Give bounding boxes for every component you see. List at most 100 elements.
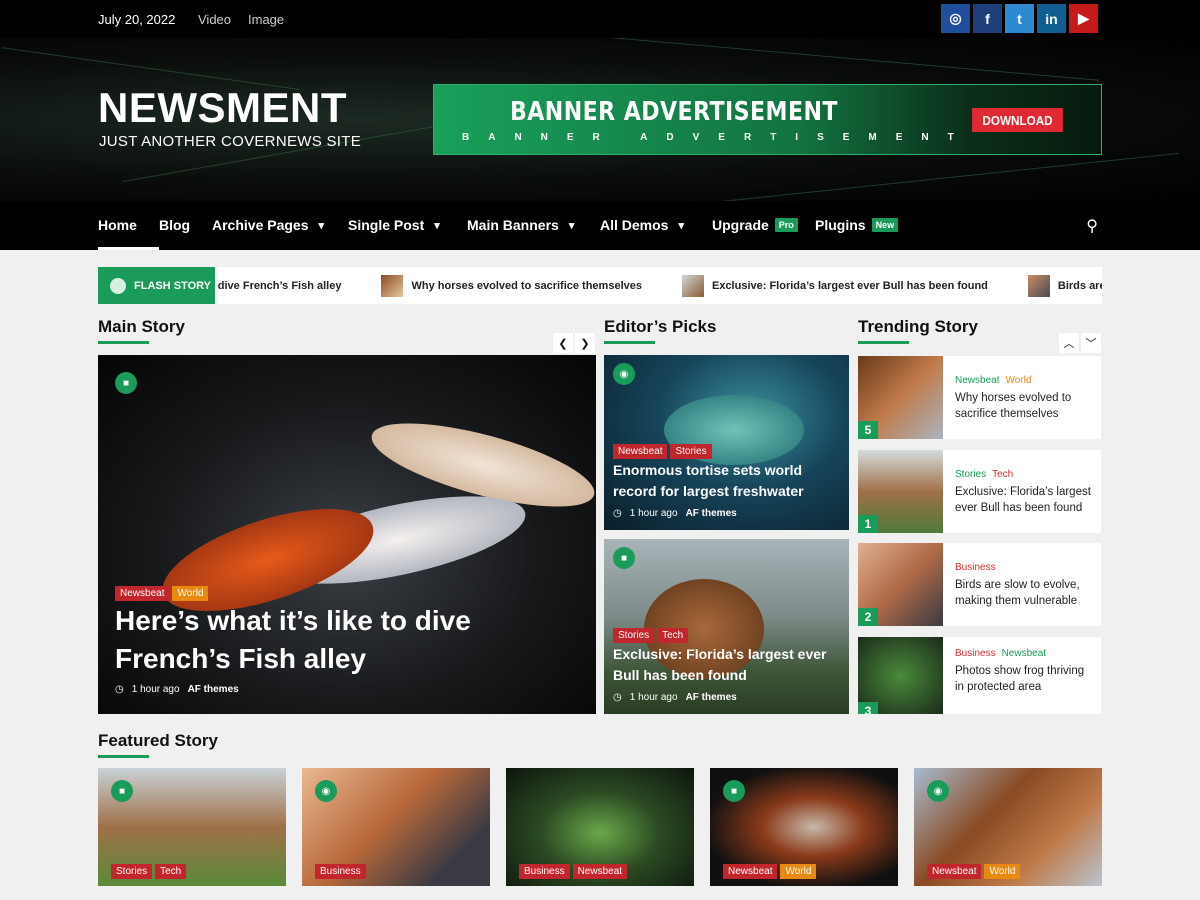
nav-label: Upgrade — [712, 217, 769, 233]
social-links: ◎ f t in ▶ — [941, 4, 1098, 33]
category-link[interactable]: Tech — [992, 469, 1013, 480]
nav-item-home[interactable]: Home — [98, 217, 137, 233]
category-tag[interactable]: Tech — [155, 864, 187, 879]
category-tag[interactable]: Tech — [657, 628, 689, 643]
nav-item-plugins[interactable]: Plugins New — [815, 217, 899, 233]
section-underline — [604, 341, 655, 344]
category-link[interactable]: Newsbeat — [1002, 648, 1046, 659]
story-time: 1 hour ago — [131, 684, 180, 695]
category-tag[interactable]: World — [780, 864, 817, 879]
video-icon: ■ — [111, 780, 133, 802]
banner-title: BANNER ADVERTISEMENT — [510, 97, 838, 127]
youtube-icon[interactable]: ▶ — [1069, 4, 1098, 33]
clock-icon: ◷ — [613, 508, 622, 519]
story-categories: Stories Tech — [613, 625, 691, 643]
category-tag[interactable]: Business — [315, 864, 366, 879]
category-tag[interactable]: Stories — [670, 444, 712, 459]
category-tag[interactable]: Stories — [613, 628, 655, 643]
trending-title[interactable]: Birds are slow to evolve, making them vu… — [955, 577, 1095, 609]
trending-item[interactable]: 1 Stories Tech Exclusive: Florida’s large… — [858, 450, 1101, 533]
story-meta: ◷ 1 hour ago AF themes — [613, 508, 737, 519]
editors-pick-card[interactable]: ◉ Newsbeat Stories Enormous tortise sets … — [604, 355, 849, 530]
chevron-left-icon[interactable]: ❮ — [553, 333, 573, 353]
featured-card[interactable]: ■ Stories Tech — [98, 768, 286, 886]
section-title-main: Main Story — [98, 317, 185, 336]
featured-card[interactable]: Business Newsbeat — [506, 768, 694, 886]
clock-icon: ◷ — [613, 692, 622, 703]
category-tag[interactable]: World — [172, 586, 209, 601]
ticker-title: Why horses evolved to sacrifice themselv… — [411, 279, 642, 292]
twitter-icon[interactable]: t — [1005, 4, 1034, 33]
category-tag[interactable]: Newsbeat — [723, 864, 778, 879]
ticker-thumbnail — [681, 274, 704, 297]
category-tag[interactable]: World — [984, 864, 1021, 879]
trending-item[interactable]: 3 Business Newsbeat Photos show frog thri… — [858, 637, 1101, 714]
main-story-title[interactable]: Here’s what it’s like to dive French’s F… — [115, 602, 585, 678]
category-link[interactable]: Business — [955, 648, 996, 659]
chevron-right-icon[interactable]: ❯ — [575, 333, 595, 353]
editors-pick-title[interactable]: Enormous tortise sets world record for l… — [613, 460, 843, 502]
category-link[interactable]: Business — [955, 562, 996, 573]
category-tag[interactable]: Newsbeat — [115, 586, 170, 601]
trending-title[interactable]: Exclusive: Florida’s largest ever Bull h… — [955, 484, 1095, 516]
site-logo[interactable]: NEWSMENT — [98, 84, 347, 132]
nav-label: Archive Pages — [212, 217, 309, 233]
ticker-item[interactable]: Birds are slow to evolve, making them vu… — [1027, 274, 1102, 297]
instagram-icon[interactable]: ◎ — [941, 4, 970, 33]
chevron-down-icon: ▾ — [318, 219, 325, 232]
banner-advertisement[interactable]: BANNER ADVERTISEMENT BANNER ADVERTISEMEN… — [433, 84, 1102, 155]
trending-title[interactable]: Why horses evolved to sacrifice themselv… — [955, 390, 1095, 422]
video-icon: ■ — [723, 780, 745, 802]
category-tag[interactable]: Newsbeat — [613, 444, 668, 459]
new-badge: New — [871, 218, 899, 232]
nav-item-main-banners[interactable]: Main Banners ▾ — [467, 217, 574, 233]
nav-item-upgrade[interactable]: Upgrade Pro — [712, 217, 798, 233]
trending-title[interactable]: Photos show frog thriving in protected a… — [955, 663, 1095, 695]
trending-item[interactable]: 2 Business Birds are slow to evolve, mak… — [858, 543, 1101, 626]
editors-pick-card[interactable]: ■ Stories Tech Exclusive: Florida’s large… — [604, 539, 849, 714]
nav-label: Single Post — [348, 217, 425, 233]
story-author[interactable]: AF themes — [188, 684, 239, 695]
editors-pick-title[interactable]: Exclusive: Florida’s largest ever Bull h… — [613, 644, 843, 686]
top-link-image[interactable]: Image — [248, 12, 284, 27]
search-icon[interactable]: ⚲ — [1086, 216, 1098, 236]
story-author[interactable]: AF themes — [686, 508, 737, 519]
category-link[interactable]: Newsbeat — [955, 375, 999, 386]
story-categories: Stories Tech — [955, 469, 1013, 480]
ticker-item[interactable]: Why horses evolved to sacrifice themselv… — [381, 274, 642, 297]
top-links: Video Image — [198, 12, 284, 27]
category-tag[interactable]: Newsbeat — [927, 864, 982, 879]
category-link[interactable]: World — [1005, 375, 1031, 386]
ticker-thumbnail — [381, 274, 404, 297]
nav-item-all-demos[interactable]: All Demos ▾ — [600, 217, 684, 233]
ticker-item[interactable]: Exclusive: Florida’s largest ever Bull h… — [681, 274, 988, 297]
story-categories: Newsbeat World — [927, 861, 1023, 879]
category-tag[interactable]: Newsbeat — [572, 864, 628, 879]
main-nav: Home Blog Archive Pages ▾ Single Post ▾ Ma… — [0, 201, 1200, 250]
main-story-card[interactable]: ■ Newsbeat World Here’s what it’s like to… — [98, 355, 596, 714]
flash-ticker: Here’s what it’s like to dive French’s F… — [100, 267, 1102, 304]
banner-download-button[interactable]: DOWNLOAD — [972, 108, 1063, 132]
trending-item[interactable]: 5 Newsbeat World Why horses evolved to sa… — [858, 356, 1101, 439]
category-tag[interactable]: Stories — [111, 864, 153, 879]
nav-label: Main Banners — [467, 217, 559, 233]
section-title-featured: Featured Story — [98, 731, 218, 750]
linkedin-icon[interactable]: in — [1037, 4, 1066, 33]
facebook-icon[interactable]: f — [973, 4, 1002, 33]
story-categories: Newsbeat World — [115, 583, 211, 601]
chevron-up-icon[interactable]: ︿ — [1059, 333, 1079, 353]
featured-card[interactable]: ■ Newsbeat World — [710, 768, 898, 886]
nav-item-archive-pages[interactable]: Archive Pages ▾ — [212, 217, 324, 233]
nav-item-blog[interactable]: Blog — [159, 217, 190, 233]
top-link-video[interactable]: Video — [198, 12, 231, 27]
ticker-title: Birds are slow to evolve, making them vu… — [1057, 279, 1102, 292]
nav-item-single-post[interactable]: Single Post ▾ — [348, 217, 440, 233]
featured-card[interactable]: ◉ Business — [302, 768, 490, 886]
featured-card[interactable]: ◉ Newsbeat World — [914, 768, 1102, 886]
story-categories: Business Newsbeat — [519, 861, 630, 879]
category-link[interactable]: Stories — [955, 469, 986, 480]
chevron-down-icon[interactable]: ﹀ — [1081, 333, 1101, 353]
story-author[interactable]: AF themes — [686, 692, 737, 703]
nav-active-indicator — [98, 247, 159, 250]
category-tag[interactable]: Business — [519, 864, 570, 879]
